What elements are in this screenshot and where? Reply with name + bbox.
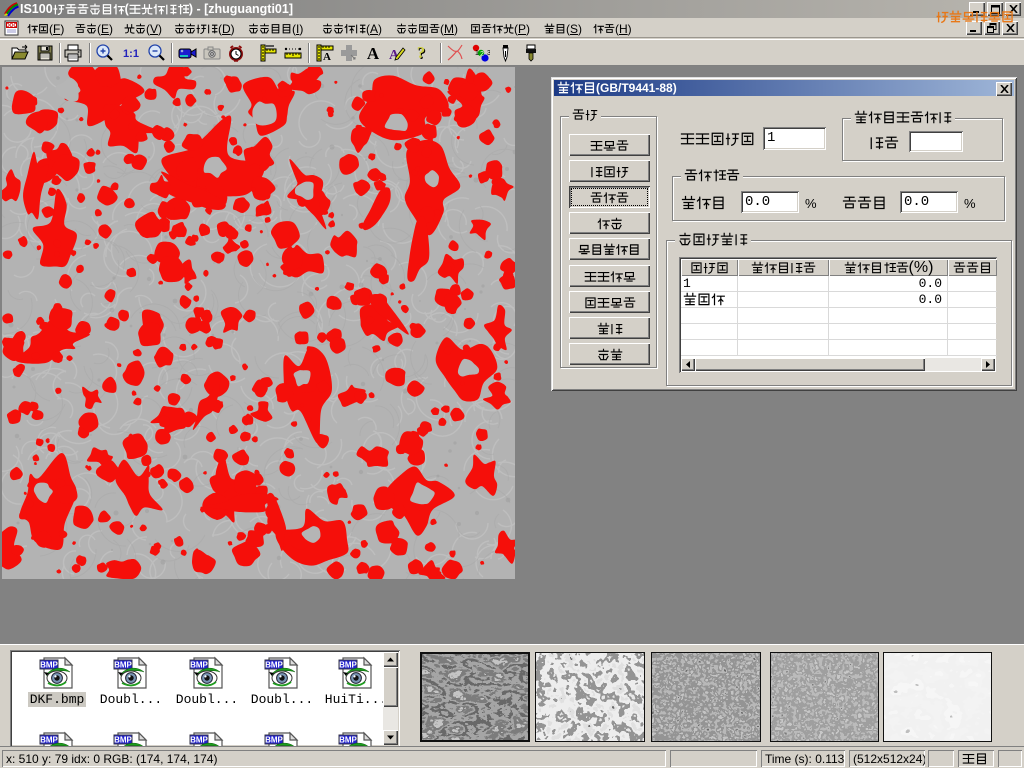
- svg-text:BMP: BMP: [339, 736, 357, 745]
- svg-text:BMP: BMP: [190, 736, 208, 745]
- svg-text:BMP: BMP: [339, 661, 357, 670]
- svg-text:?: ?: [417, 43, 426, 62]
- svg-text:BMP: BMP: [114, 736, 132, 745]
- svg-text:3: 3: [487, 50, 490, 57]
- svg-text:BMP: BMP: [265, 661, 283, 670]
- svg-text:A: A: [323, 51, 331, 63]
- svg-text:1: 1: [475, 50, 479, 57]
- svg-text:A: A: [367, 44, 380, 63]
- svg-text:BMP: BMP: [265, 736, 283, 745]
- svg-text:BMP: BMP: [114, 661, 132, 670]
- svg-text:BMP: BMP: [40, 736, 58, 745]
- svg-text:DOC: DOC: [6, 23, 18, 29]
- svg-text:2: 2: [480, 51, 484, 58]
- svg-text:1:1: 1:1: [123, 48, 139, 60]
- svg-text:BMP: BMP: [40, 661, 58, 670]
- svg-text:BMP: BMP: [190, 661, 208, 670]
